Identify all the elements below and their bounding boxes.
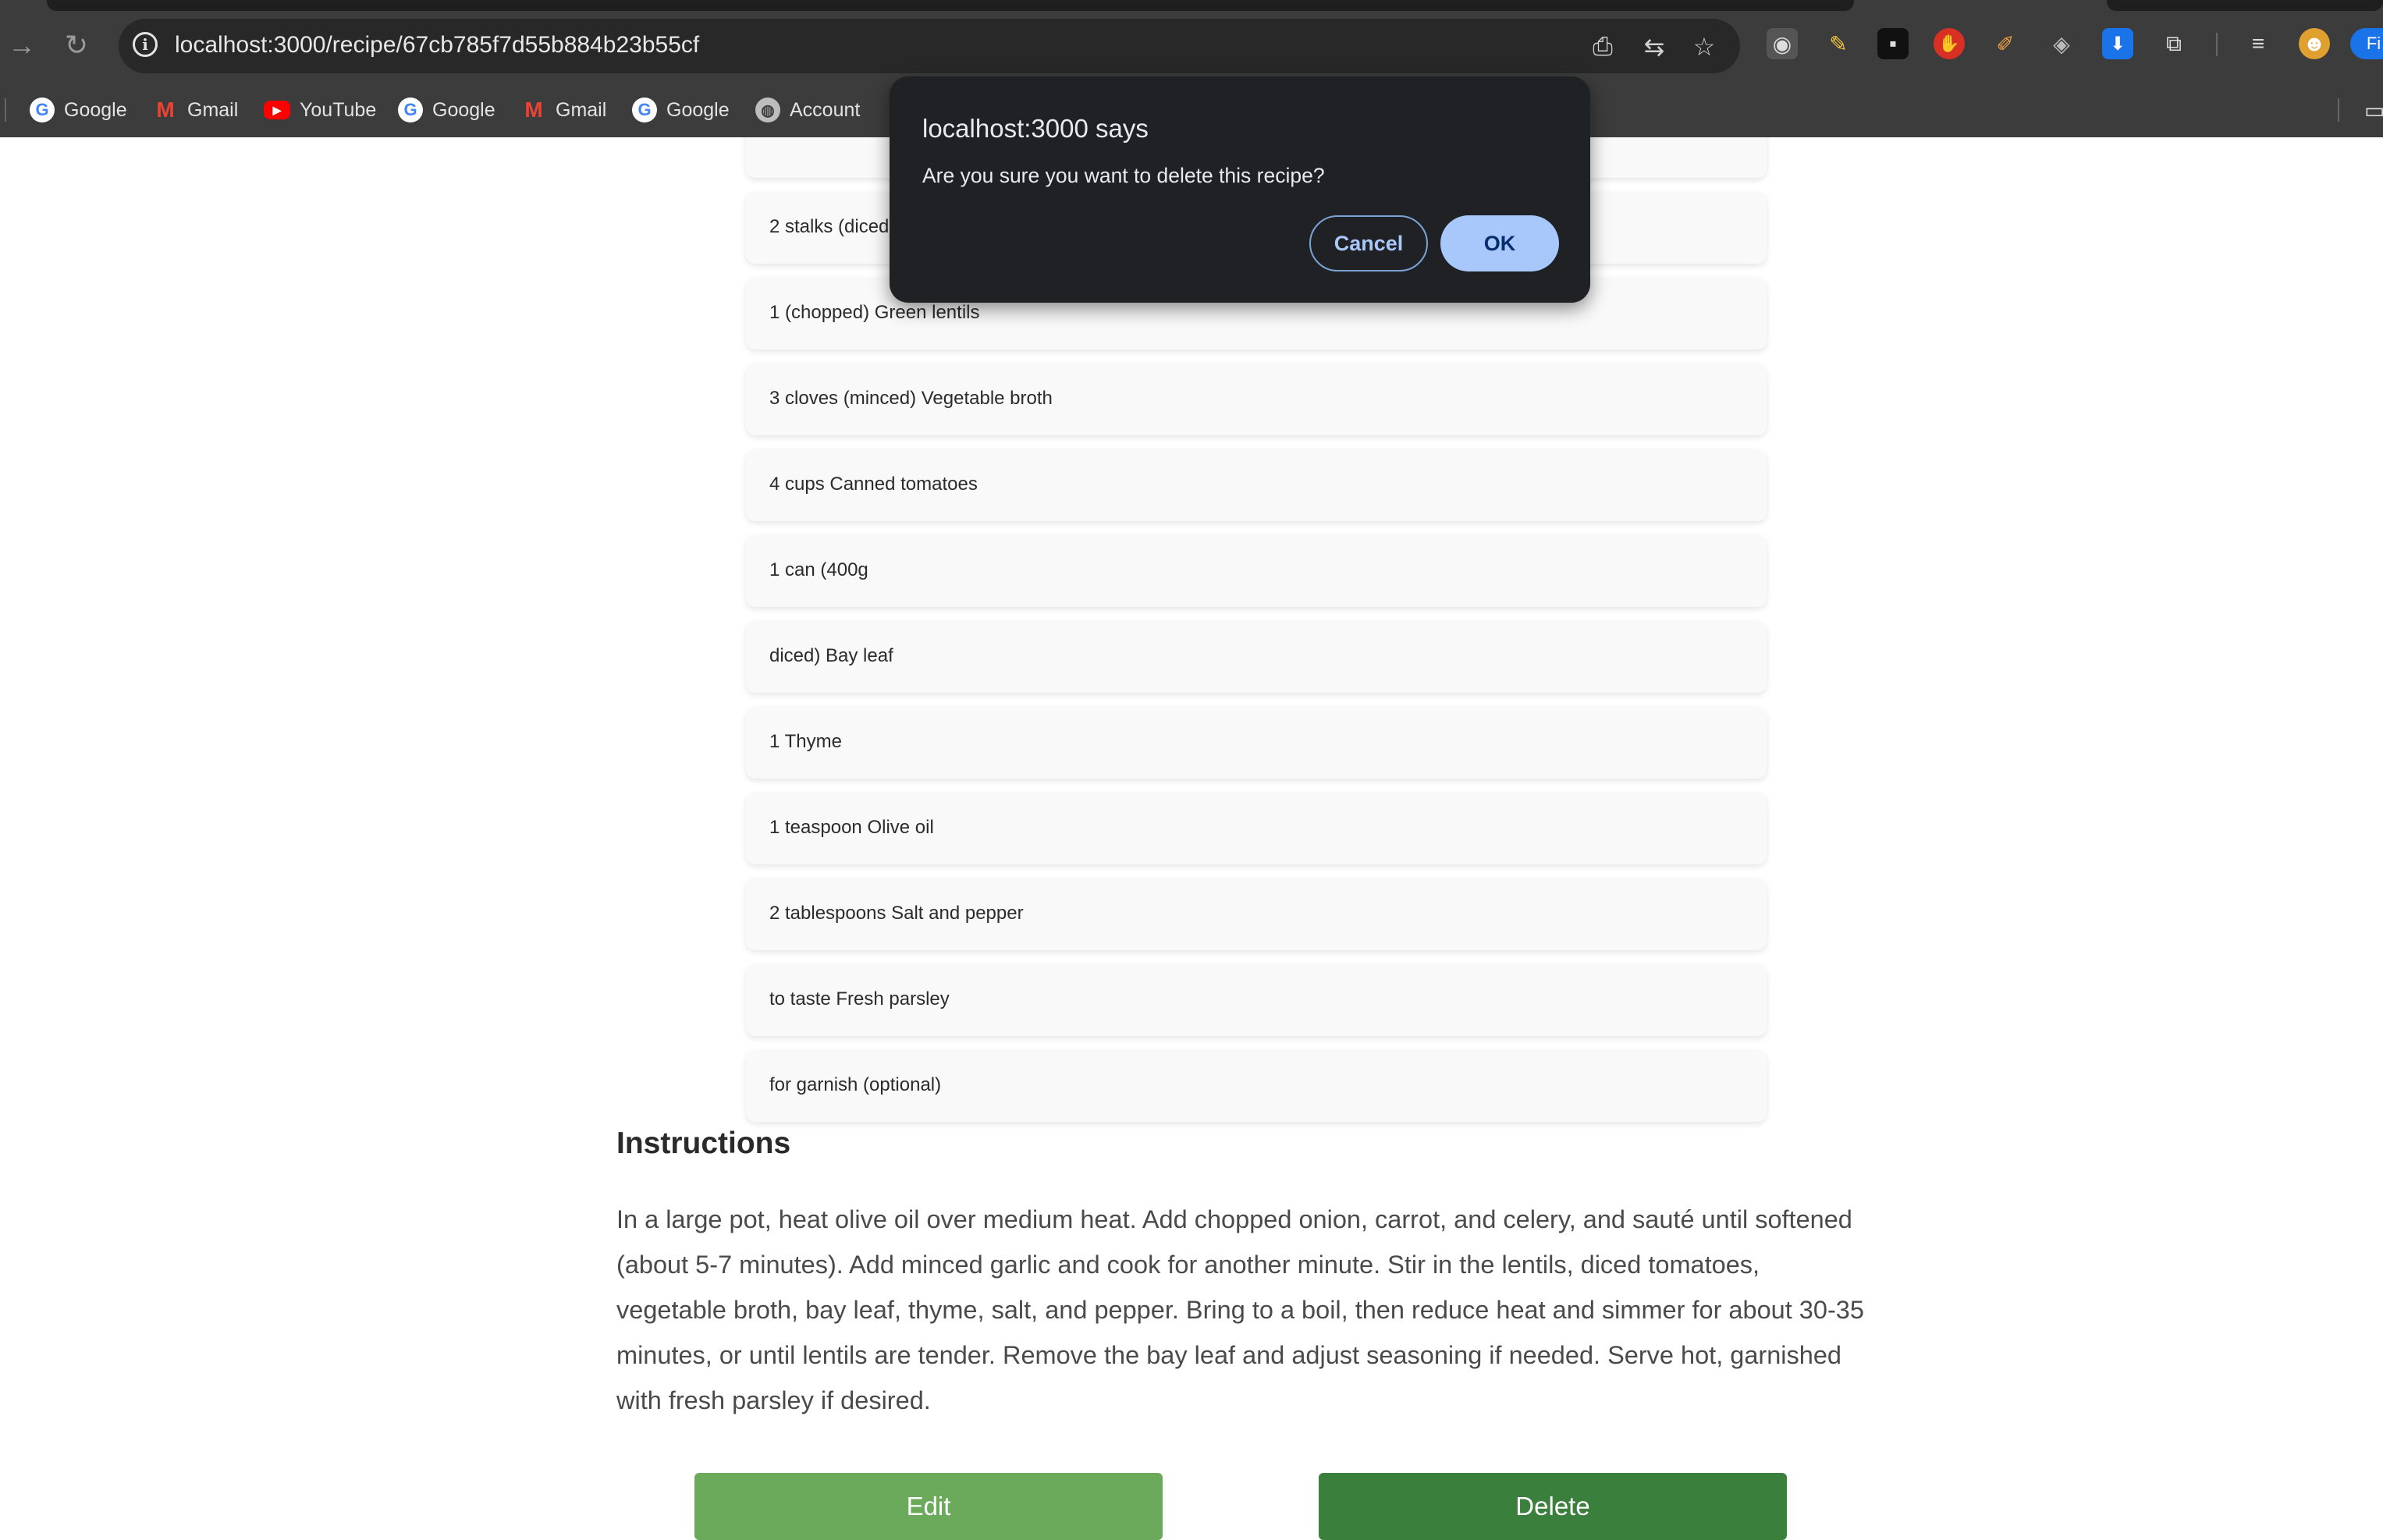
google-icon: G [30, 98, 55, 122]
delete-button[interactable]: Delete [1319, 1473, 1787, 1540]
stop-extension-icon[interactable]: ✋ [1934, 28, 1965, 59]
dialog-message: Are you sure you want to delete this rec… [922, 164, 1325, 187]
ingredient-item: 4 cups Canned tomatoes [746, 449, 1767, 521]
all-bookmarks-folder-icon[interactable]: ▭ [2364, 92, 2383, 128]
google-icon: G [398, 98, 423, 122]
bookmark-divider [2338, 98, 2339, 122]
extension-icon[interactable]: ◉ [1767, 28, 1798, 59]
edit-button[interactable]: Edit [694, 1473, 1163, 1540]
address-bar[interactable]: i localhost:3000/recipe/67cb785f7d55b884… [119, 19, 1740, 73]
ingredient-text: 3 cloves (minced) Vegetable broth [769, 388, 1053, 409]
reload-button[interactable]: ↻ [55, 23, 98, 67]
ingredient-item: diced) Bay leaf [746, 621, 1767, 693]
bookmark-google[interactable]: G Google [30, 92, 127, 128]
bookmark-label: Google [666, 98, 730, 121]
ingredient-text: for garnish (optional) [769, 1074, 942, 1095]
tab-strip-edge [47, 0, 1854, 11]
pencil-extension-icon[interactable]: ✐ [1990, 28, 2021, 59]
ingredient-item: for garnish (optional) [746, 1050, 1767, 1122]
download-extension-icon[interactable]: ⬇ [2102, 28, 2133, 59]
ingredient-item: 1 teaspoon Olive oil [746, 793, 1767, 864]
ingredient-text: diced) Bay leaf [769, 645, 893, 666]
google-icon: G [632, 98, 657, 122]
youtube-icon: ▶ [264, 101, 290, 119]
bookmark-label: Google [432, 98, 495, 121]
ingredient-text: to taste Fresh parsley [769, 988, 950, 1010]
bookmark-star-icon[interactable]: ☆ [1687, 30, 1721, 64]
bookmark-gmail[interactable]: M Gmail [521, 92, 606, 128]
confirm-dialog: localhost:3000 says Are you sure you wan… [890, 76, 1590, 303]
bookmark-youtube[interactable]: ▶ YouTube [264, 92, 376, 128]
bookmark-label: YouTube [300, 98, 377, 121]
ingredient-item: 1 can (400g [746, 535, 1767, 607]
install-app-icon[interactable]: ⎙ [1586, 30, 1620, 64]
bookmark-account[interactable]: ◍ Account [755, 92, 860, 128]
ok-button[interactable]: OK [1440, 215, 1559, 271]
bookmark-label: Account [790, 98, 861, 121]
profile-avatar-icon[interactable]: ☻ [2299, 28, 2330, 59]
ingredient-text: 4 cups Canned tomatoes [769, 474, 978, 495]
globe-icon: ◍ [755, 98, 780, 122]
bookmark-gmail[interactable]: M Gmail [153, 92, 238, 128]
bookmark-google[interactable]: G Google [398, 92, 495, 128]
ingredient-text: 2 tablespoons Salt and pepper [769, 903, 1024, 924]
dialog-title: localhost:3000 says [922, 114, 1149, 143]
site-info-icon[interactable]: i [133, 32, 158, 57]
bookmark-divider [5, 98, 6, 122]
gmail-icon: M [524, 98, 543, 122]
tab-strip-edge [2107, 0, 2383, 11]
target-extension-icon[interactable]: ◈ [2046, 28, 2077, 59]
toolbar-divider [2216, 33, 2218, 56]
ingredient-text: 1 Thyme [769, 731, 842, 752]
ingredient-item: to taste Fresh parsley [746, 964, 1767, 1036]
bookmark-google[interactable]: G Google [632, 92, 730, 128]
translate-icon[interactable]: ⇆ [1637, 30, 1671, 64]
media-control-icon[interactable]: ≡ [2243, 28, 2274, 59]
terminal-extension-icon[interactable]: ▪ [1877, 28, 1909, 59]
ingredient-text: 1 can (400g [769, 559, 868, 580]
gmail-icon: M [156, 98, 175, 122]
url-text[interactable]: localhost:3000/recipe/67cb785f7d55b884b2… [175, 32, 699, 59]
ingredient-text: 1 teaspoon Olive oil [769, 817, 934, 838]
ingredient-item: 2 tablespoons Salt and pepper [746, 878, 1767, 950]
profile-initial: Fi [2366, 34, 2381, 53]
extensions-puzzle-icon[interactable]: ⧉ [2158, 28, 2189, 59]
ingredient-item: 1 Thyme [746, 707, 1767, 779]
highlighter-extension-icon[interactable]: ✎ [1823, 28, 1854, 59]
instructions-text: In a large pot, heat olive oil over medi… [616, 1205, 1864, 1414]
bookmark-label: Gmail [556, 98, 607, 121]
cancel-button[interactable]: Cancel [1309, 215, 1428, 271]
instructions-heading: Instructions [616, 1127, 791, 1160]
profile-button[interactable]: Fi [2350, 28, 2383, 59]
forward-button[interactable]: → [0, 23, 44, 67]
recipe-page: 2 stalks (diced) Garlic 1 (chopped) Gree… [0, 137, 2383, 1540]
ingredient-item: 3 cloves (minced) Vegetable broth [746, 364, 1767, 435]
ingredient-text: 1 (chopped) Green lentils [769, 302, 980, 323]
bookmark-label: Gmail [187, 98, 239, 121]
bookmark-label: Google [64, 98, 127, 121]
